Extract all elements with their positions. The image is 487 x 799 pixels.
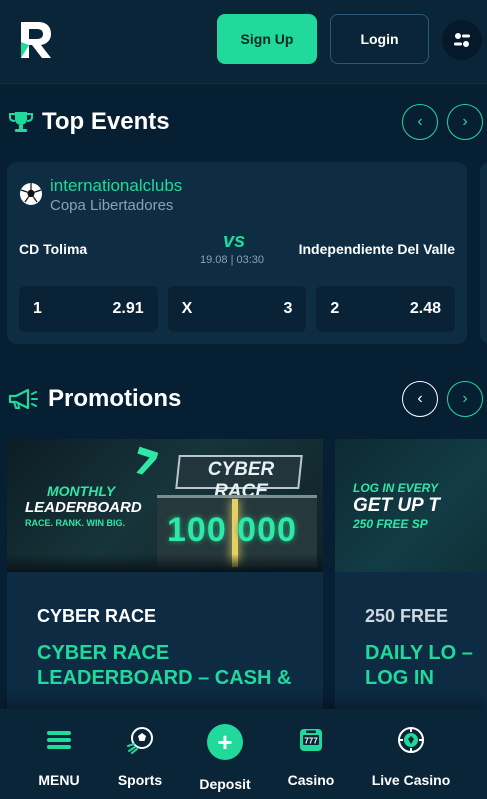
megaphone-icon [8, 388, 38, 410]
banner-amount-text: 100 000 [167, 511, 297, 549]
odd-label: 1 [33, 300, 42, 317]
nav-sports[interactable]: Sports [110, 725, 170, 788]
promo-category: 250 FREE [365, 606, 449, 626]
toggle-icon [454, 33, 470, 47]
nav-label: Casino [287, 772, 335, 788]
odd-value: 2.48 [409, 300, 442, 317]
away-team: Independiente Del Valle [298, 241, 455, 257]
nav-label: Sports [117, 772, 163, 788]
nav-casino[interactable]: 777 Casino [280, 725, 342, 788]
odd-label: X [181, 300, 193, 317]
slot-machine-icon: 777 [296, 725, 326, 755]
svg-text:777: 777 [304, 737, 318, 746]
banner-line3: RACE. RANK. WIN BIG. [25, 518, 125, 528]
brand-logo[interactable] [18, 18, 54, 62]
top-events-nav: ‹ › [402, 104, 483, 140]
bottom-navigation: MENU Sports + Deposit 777 Casino Live Ca… [0, 709, 487, 799]
banner-line2: GET UP T [353, 495, 440, 516]
chevron-left-icon: ‹ [417, 390, 423, 407]
league-name[interactable]: internationalclubs [50, 176, 182, 196]
chevron-left-icon: ‹ [417, 113, 423, 130]
odd-label: 2 [330, 300, 340, 317]
nav-label: Live Casino [371, 772, 451, 788]
event-card-next-peek[interactable] [480, 162, 487, 344]
odd-value: 3 [283, 300, 293, 317]
soccer-ball-icon [125, 725, 155, 755]
match-datetime: 19.08 | 03:30 [200, 254, 265, 266]
nav-live-casino[interactable]: Live Casino [366, 725, 456, 788]
plus-icon: + [207, 724, 243, 760]
promo-banner-daily-login: LOG IN EVERY GET UP T 250 FREE SP [335, 439, 487, 572]
odd-button-home[interactable]: 1 2.91 [19, 286, 158, 332]
promotions-prev-button[interactable]: ‹ [402, 381, 438, 417]
promo-title: CYBER RACE LEADERBOARD – CASH & [37, 642, 292, 689]
nav-label: Deposit [199, 776, 251, 792]
site-header: Sign Up Login [0, 0, 487, 84]
chevron-right-icon: › [462, 390, 468, 407]
top-events-next-button[interactable]: › [447, 104, 483, 140]
promo-banner-cyber-race: CYBER RACE 100 000 MONTHLY LEADERBOARD R… [7, 439, 323, 572]
nav-menu[interactable]: MENU [28, 725, 90, 788]
banner-line2: LEADERBOARD [25, 499, 142, 516]
poker-chip-icon [396, 725, 426, 755]
odd-button-draw[interactable]: X 3 [167, 286, 307, 332]
signup-button[interactable]: Sign Up [217, 14, 317, 64]
vs-label: vs [223, 230, 246, 252]
top-events-prev-button[interactable]: ‹ [402, 104, 438, 140]
nav-deposit[interactable]: + Deposit [194, 724, 256, 792]
login-button[interactable]: Login [330, 14, 429, 64]
hamburger-icon [44, 725, 74, 755]
settings-toggle-button[interactable] [442, 20, 482, 60]
promotions-title: Promotions [48, 385, 182, 412]
banner-line1: LOG IN EVERY [353, 481, 439, 495]
promo-title: DAILY LO – LOG IN [365, 642, 473, 689]
odd-button-away[interactable]: 2 2.48 [316, 286, 456, 332]
promotions-nav: ‹ › [402, 381, 483, 417]
promotions-header: Promotions ‹ › [8, 379, 487, 419]
banner-line1: MONTHLY [47, 483, 116, 499]
top-events-title: Top Events [42, 108, 170, 135]
event-card[interactable]: internationalclubs Copa Libertadores CD … [7, 162, 467, 344]
promo-category: CYBER RACE [37, 606, 157, 626]
home-team: CD Tolima [19, 241, 88, 257]
top-events-header: Top Events ‹ › [8, 102, 487, 142]
promo-card-daily-login[interactable]: LOG IN EVERY GET UP T 250 FREE SP 250 FR… [335, 439, 487, 729]
nav-label: MENU [38, 772, 80, 788]
trophy-icon [9, 112, 33, 132]
odd-value: 2.91 [112, 300, 144, 317]
promo-card-cyber-race[interactable]: CYBER RACE 100 000 MONTHLY LEADERBOARD R… [7, 439, 323, 729]
competition-name: Copa Libertadores [50, 197, 174, 214]
odds-row: 1 2.91 X 3 2 2.48 [19, 286, 456, 332]
soccer-ball-icon [20, 183, 42, 205]
chevron-right-icon: › [462, 113, 468, 130]
promotions-next-button[interactable]: › [447, 381, 483, 417]
banner-line3: 250 FREE SP [353, 517, 428, 531]
